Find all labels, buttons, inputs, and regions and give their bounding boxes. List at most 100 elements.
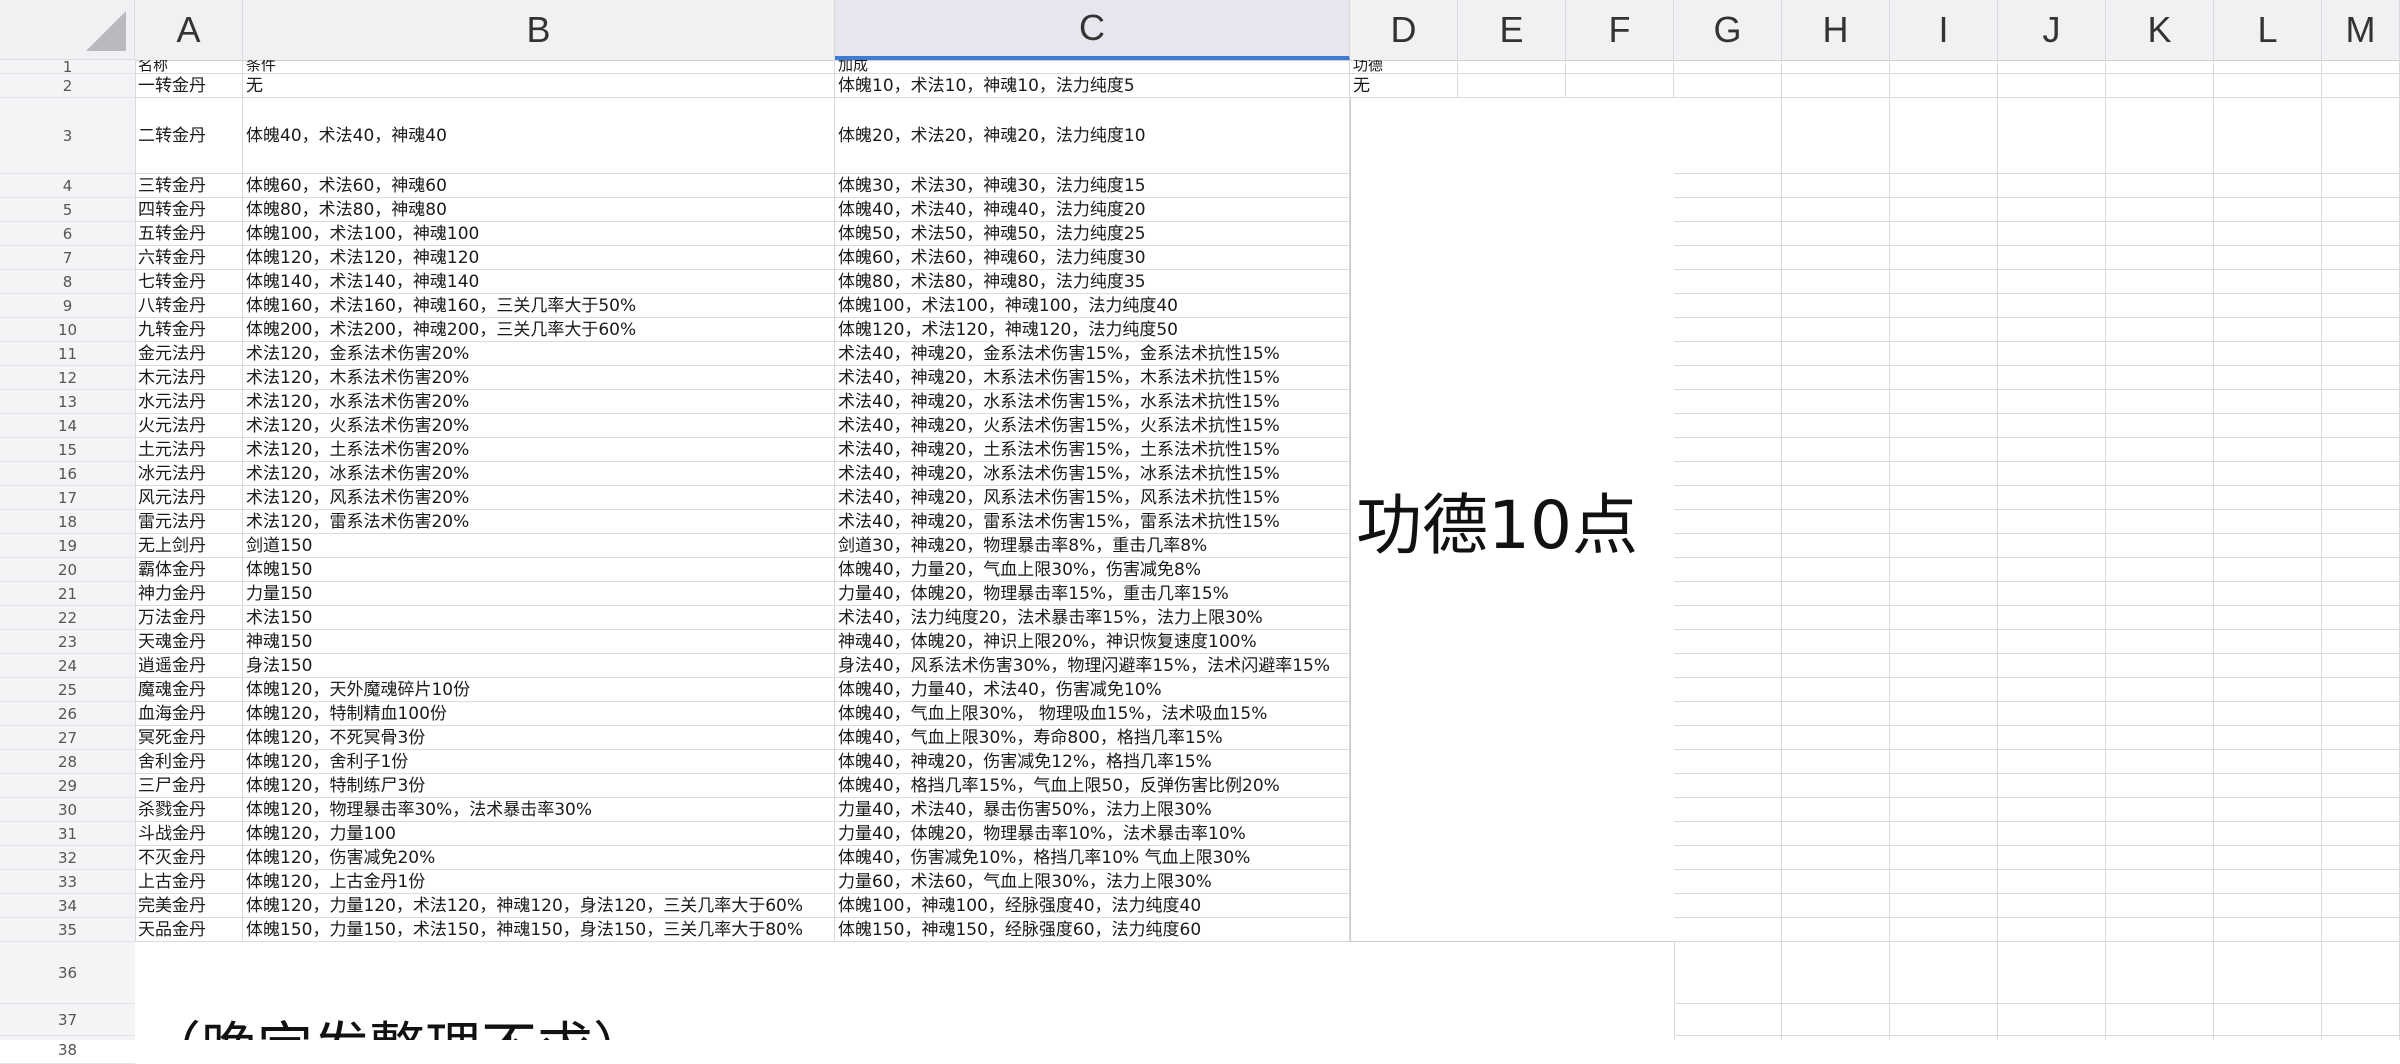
cell-c13[interactable]: 术法40，神魂20，水系法术伤害15%，水系法术抗性15% — [835, 390, 1280, 414]
cell-b16[interactable]: 术法120，冰系法术伤害20% — [243, 462, 469, 486]
cell-b25[interactable]: 体魄120，天外魔魂碎片10份 — [243, 678, 470, 702]
column-header-c[interactable]: C — [835, 0, 1350, 60]
cell-c1[interactable]: 加成 — [835, 60, 868, 73]
row-header-5[interactable]: 5 — [0, 198, 135, 222]
cell-b35[interactable]: 体魄150，力量150，术法150，神魂150，身法150，三关几率大于80% — [243, 918, 803, 942]
cell-a2[interactable]: 一转金丹 — [135, 74, 206, 98]
row-header-13[interactable]: 13 — [0, 390, 135, 414]
cell-c16[interactable]: 术法40，神魂20，冰系法术伤害15%，冰系法术抗性15% — [835, 462, 1280, 486]
cell-a17[interactable]: 风元法丹 — [135, 486, 206, 510]
row-header-27[interactable]: 27 — [0, 726, 135, 750]
cell-b22[interactable]: 术法150 — [243, 606, 312, 630]
cell-c32[interactable]: 体魄40，伤害减免10%，格挡几率10% 气血上限30% — [835, 846, 1250, 870]
cell-a31[interactable]: 斗战金丹 — [135, 822, 206, 846]
row-header-36[interactable]: 36 — [0, 942, 135, 1004]
row-header-20[interactable]: 20 — [0, 558, 135, 582]
cell-c11[interactable]: 术法40，神魂20，金系法术伤害15%，金系法术抗性15% — [835, 342, 1280, 366]
row-header-38[interactable]: 38 — [0, 1036, 135, 1064]
cell-b15[interactable]: 术法120，土系法术伤害20% — [243, 438, 469, 462]
cell-b30[interactable]: 体魄120，物理暴击率30%，法术暴击率30% — [243, 798, 592, 822]
row-header-29[interactable]: 29 — [0, 774, 135, 798]
row-header-34[interactable]: 34 — [0, 894, 135, 918]
cell-a28[interactable]: 舍利金丹 — [135, 750, 206, 774]
cell-c12[interactable]: 术法40，神魂20，木系法术伤害15%，木系法术抗性15% — [835, 366, 1280, 390]
column-header-m[interactable]: M — [2322, 0, 2400, 60]
column-header-h[interactable]: H — [1782, 0, 1890, 60]
cell-b7[interactable]: 体魄120，术法120，神魂120 — [243, 246, 479, 270]
cell-a13[interactable]: 水元法丹 — [135, 390, 206, 414]
cell-b20[interactable]: 体魄150 — [243, 558, 312, 582]
cell-c3[interactable]: 体魄20，术法20，神魂20，法力纯度10 — [835, 98, 1146, 174]
cell-b8[interactable]: 体魄140，术法140，神魂140 — [243, 270, 479, 294]
cell-b23[interactable]: 神魂150 — [243, 630, 312, 654]
row-header-9[interactable]: 9 — [0, 294, 135, 318]
cell-a6[interactable]: 五转金丹 — [135, 222, 206, 246]
row-header-21[interactable]: 21 — [0, 582, 135, 606]
cell-c34[interactable]: 体魄100，神魂100，经脉强度40，法力纯度40 — [835, 894, 1201, 918]
column-header-d[interactable]: D — [1350, 0, 1458, 60]
row-header-12[interactable]: 12 — [0, 366, 135, 390]
select-all-corner[interactable] — [0, 0, 135, 60]
column-header-g[interactable]: G — [1674, 0, 1782, 60]
row-header-19[interactable]: 19 — [0, 534, 135, 558]
row-header-8[interactable]: 8 — [0, 270, 135, 294]
row-header-30[interactable]: 30 — [0, 798, 135, 822]
cell-b13[interactable]: 术法120，水系法术伤害20% — [243, 390, 469, 414]
cell-a4[interactable]: 三转金丹 — [135, 174, 206, 198]
cell-c28[interactable]: 体魄40，神魂20，伤害减免12%，格挡几率15% — [835, 750, 1212, 774]
row-header-32[interactable]: 32 — [0, 846, 135, 870]
row-header-26[interactable]: 26 — [0, 702, 135, 726]
cell-c24[interactable]: 身法40，风系法术伤害30%，物理闪避率15%，法术闪避率15% — [835, 654, 1330, 678]
cell-b4[interactable]: 体魄60，术法60，神魂60 — [243, 174, 447, 198]
cell-c26[interactable]: 体魄40，气血上限30%， 物理吸血15%，法术吸血15% — [835, 702, 1267, 726]
row-header-18[interactable]: 18 — [0, 510, 135, 534]
cell-b1[interactable]: 条件 — [243, 60, 276, 73]
cell-a35[interactable]: 天品金丹 — [135, 918, 206, 942]
cell-c9[interactable]: 体魄100，术法100，神魂100，法力纯度40 — [835, 294, 1178, 318]
cell-a29[interactable]: 三尸金丹 — [135, 774, 206, 798]
cell-b28[interactable]: 体魄120，舍利子1份 — [243, 750, 408, 774]
cell-c30[interactable]: 力量40，术法40，暴击伤害50%，法力上限30% — [835, 798, 1212, 822]
cell-a25[interactable]: 魔魂金丹 — [135, 678, 206, 702]
cell-a12[interactable]: 木元法丹 — [135, 366, 206, 390]
cell-b12[interactable]: 术法120，木系法术伤害20% — [243, 366, 469, 390]
row-header-37[interactable]: 37 — [0, 1004, 135, 1036]
cell-b6[interactable]: 体魄100，术法100，神魂100 — [243, 222, 479, 246]
cell-c33[interactable]: 力量60，术法60，气血上限30%，法力上限30% — [835, 870, 1212, 894]
cell-a24[interactable]: 逍遥金丹 — [135, 654, 206, 678]
sheet-grid[interactable]: 功德10点 名称 条件 加成 功德 一转金丹 无 体魄10，术法10，神魂10，法力纯度5 无二… — [135, 60, 2400, 1040]
row-header-22[interactable]: 22 — [0, 606, 135, 630]
cell-a32[interactable]: 不灭金丹 — [135, 846, 206, 870]
row-header-14[interactable]: 14 — [0, 414, 135, 438]
row-header-16[interactable]: 16 — [0, 462, 135, 486]
cell-a27[interactable]: 冥死金丹 — [135, 726, 206, 750]
column-header-i[interactable]: I — [1890, 0, 1998, 60]
column-header-e[interactable]: E — [1458, 0, 1566, 60]
cell-b19[interactable]: 剑道150 — [243, 534, 312, 558]
cell-b17[interactable]: 术法120，风系法术伤害20% — [243, 486, 469, 510]
cell-a10[interactable]: 九转金丹 — [135, 318, 206, 342]
row-header-7[interactable]: 7 — [0, 246, 135, 270]
cell-b29[interactable]: 体魄120，特制练尸3份 — [243, 774, 425, 798]
cell-b34[interactable]: 体魄120，力量120，术法120，神魂120，身法120，三关几率大于60% — [243, 894, 803, 918]
cell-c17[interactable]: 术法40，神魂20，风系法术伤害15%，风系法术抗性15% — [835, 486, 1280, 510]
cell-c20[interactable]: 体魄40，力量20，气血上限30%，伤害减免8% — [835, 558, 1201, 582]
row-header-10[interactable]: 10 — [0, 318, 135, 342]
cell-a11[interactable]: 金元法丹 — [135, 342, 206, 366]
cell-c5[interactable]: 体魄40，术法40，神魂40，法力纯度20 — [835, 198, 1146, 222]
cell-a21[interactable]: 神力金丹 — [135, 582, 206, 606]
cell-c27[interactable]: 体魄40，气血上限30%，寿命800，格挡几率15% — [835, 726, 1223, 750]
row-header-24[interactable]: 24 — [0, 654, 135, 678]
cell-a34[interactable]: 完美金丹 — [135, 894, 206, 918]
cell-c21[interactable]: 力量40，体魄20，物理暴击率15%，重击几率15% — [835, 582, 1229, 606]
cell-c4[interactable]: 体魄30，术法30，神魂30，法力纯度15 — [835, 174, 1146, 198]
row-header-23[interactable]: 23 — [0, 630, 135, 654]
merged-note-area[interactable]: （晚完发整理不求） — [135, 942, 1675, 1040]
cell-b21[interactable]: 力量150 — [243, 582, 312, 606]
cell-a15[interactable]: 土元法丹 — [135, 438, 206, 462]
cell-b9[interactable]: 体魄160，术法160，神魂160，三关几率大于50% — [243, 294, 636, 318]
cell-a22[interactable]: 万法金丹 — [135, 606, 206, 630]
cell-c25[interactable]: 体魄40，力量40，术法40，伤害减免10% — [835, 678, 1162, 702]
row-header-25[interactable]: 25 — [0, 678, 135, 702]
cell-c6[interactable]: 体魄50，术法50，神魂50，法力纯度25 — [835, 222, 1146, 246]
